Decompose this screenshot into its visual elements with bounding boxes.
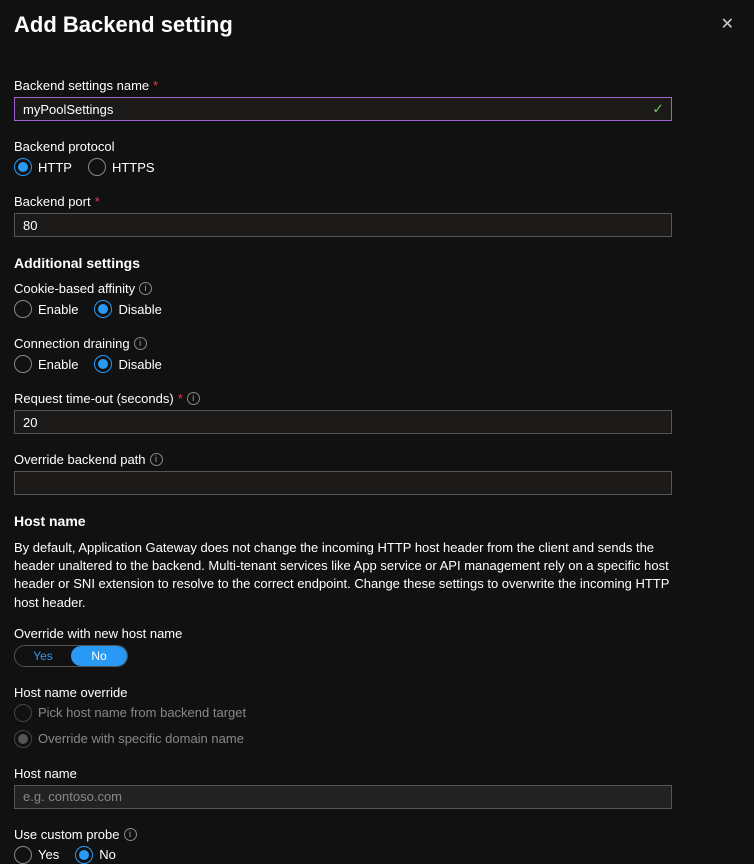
hostname-input xyxy=(14,785,672,809)
cookie-enable-radio[interactable]: Enable xyxy=(14,300,78,318)
probe-yes-radio[interactable]: Yes xyxy=(14,846,59,864)
info-icon[interactable]: i xyxy=(187,392,200,405)
hostname-section-title: Host name xyxy=(14,513,740,529)
protocol-https-radio[interactable]: HTTPS xyxy=(88,158,155,176)
hostname-description: By default, Application Gateway does not… xyxy=(14,539,672,612)
cookie-affinity-label: Cookie-based affinity i xyxy=(14,281,740,296)
name-label: Backend settings name* xyxy=(14,78,740,93)
override-yes[interactable]: Yes xyxy=(15,646,71,666)
timeout-input[interactable] xyxy=(14,410,672,434)
protocol-label: Backend protocol xyxy=(14,139,740,154)
info-icon[interactable]: i xyxy=(139,282,152,295)
info-icon[interactable]: i xyxy=(134,337,147,350)
info-icon[interactable]: i xyxy=(150,453,163,466)
override-path-input[interactable] xyxy=(14,471,672,495)
info-icon[interactable]: i xyxy=(124,828,137,841)
override-hostname-toggle[interactable]: Yes No xyxy=(14,645,128,667)
pick-backend-radio: Pick host name from backend target xyxy=(14,704,246,722)
override-path-label: Override backend path i xyxy=(14,452,740,467)
custom-probe-label: Use custom probe i xyxy=(14,827,740,842)
drain-disable-radio[interactable]: Disable xyxy=(94,355,161,373)
specific-domain-radio: Override with specific domain name xyxy=(14,730,244,748)
probe-no-radio[interactable]: No xyxy=(75,846,116,864)
cookie-disable-radio[interactable]: Disable xyxy=(94,300,161,318)
close-icon[interactable]: ✕ xyxy=(715,12,740,36)
hostname-override-label: Host name override xyxy=(14,685,740,700)
override-no[interactable]: No xyxy=(71,646,127,666)
drain-label: Connection draining i xyxy=(14,336,740,351)
check-icon: ✓ xyxy=(652,101,664,118)
hostname-input-label: Host name xyxy=(14,766,740,781)
additional-settings-title: Additional settings xyxy=(14,255,740,271)
port-label: Backend port* xyxy=(14,194,740,209)
drain-enable-radio[interactable]: Enable xyxy=(14,355,78,373)
protocol-http-radio[interactable]: HTTP xyxy=(14,158,72,176)
backend-port-input[interactable] xyxy=(14,213,672,237)
backend-name-input[interactable] xyxy=(14,97,672,121)
page-title: Add Backend setting xyxy=(14,12,233,38)
override-new-host-label: Override with new host name xyxy=(14,626,740,641)
timeout-label: Request time-out (seconds)* i xyxy=(14,391,740,406)
